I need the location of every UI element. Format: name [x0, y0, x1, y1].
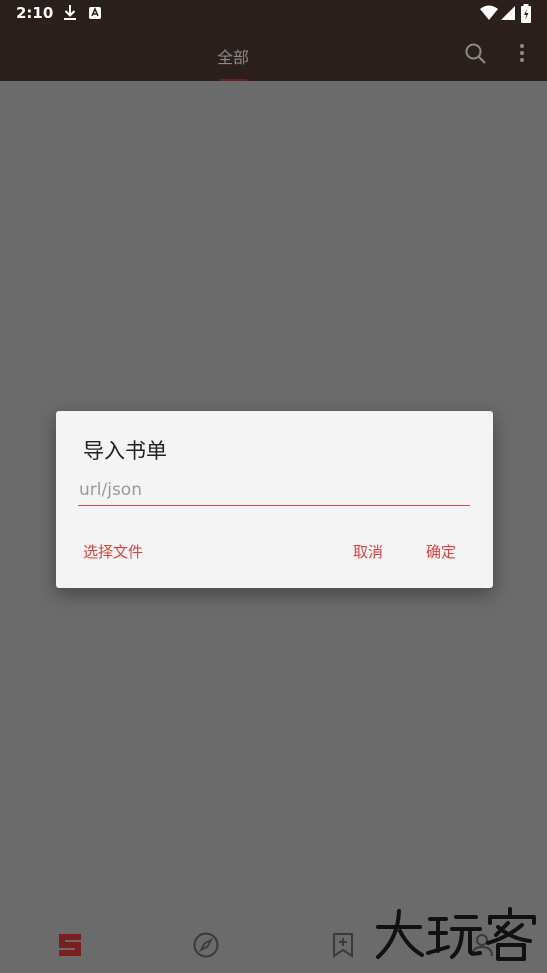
select-file-button[interactable]: 选择文件: [83, 541, 143, 562]
watermark-logo: [376, 907, 536, 961]
compass-icon[interactable]: [192, 931, 220, 959]
wifi-icon: [480, 5, 498, 20]
app-bar: 全部: [0, 28, 547, 81]
bookshelf-icon[interactable]: [55, 931, 85, 959]
dialog-title: 导入书单: [83, 439, 167, 463]
battery-icon: [521, 4, 531, 23]
download-icon: [64, 5, 76, 20]
status-time: 2:10: [16, 4, 54, 22]
tab-all[interactable]: 全部: [200, 44, 266, 68]
import-booklist-dialog: 导入书单 选择文件 取消 确定: [56, 411, 493, 588]
signal-icon: [501, 6, 515, 20]
bookmark-add-icon[interactable]: [330, 931, 356, 959]
cancel-button[interactable]: 取消: [353, 541, 383, 562]
search-icon[interactable]: [463, 40, 489, 68]
more-vert-icon[interactable]: [514, 40, 530, 68]
status-bar: 2:10: [0, 0, 547, 28]
a-notification-icon: [89, 7, 101, 19]
confirm-button[interactable]: 确定: [426, 541, 456, 562]
url-json-input[interactable]: [78, 474, 470, 506]
